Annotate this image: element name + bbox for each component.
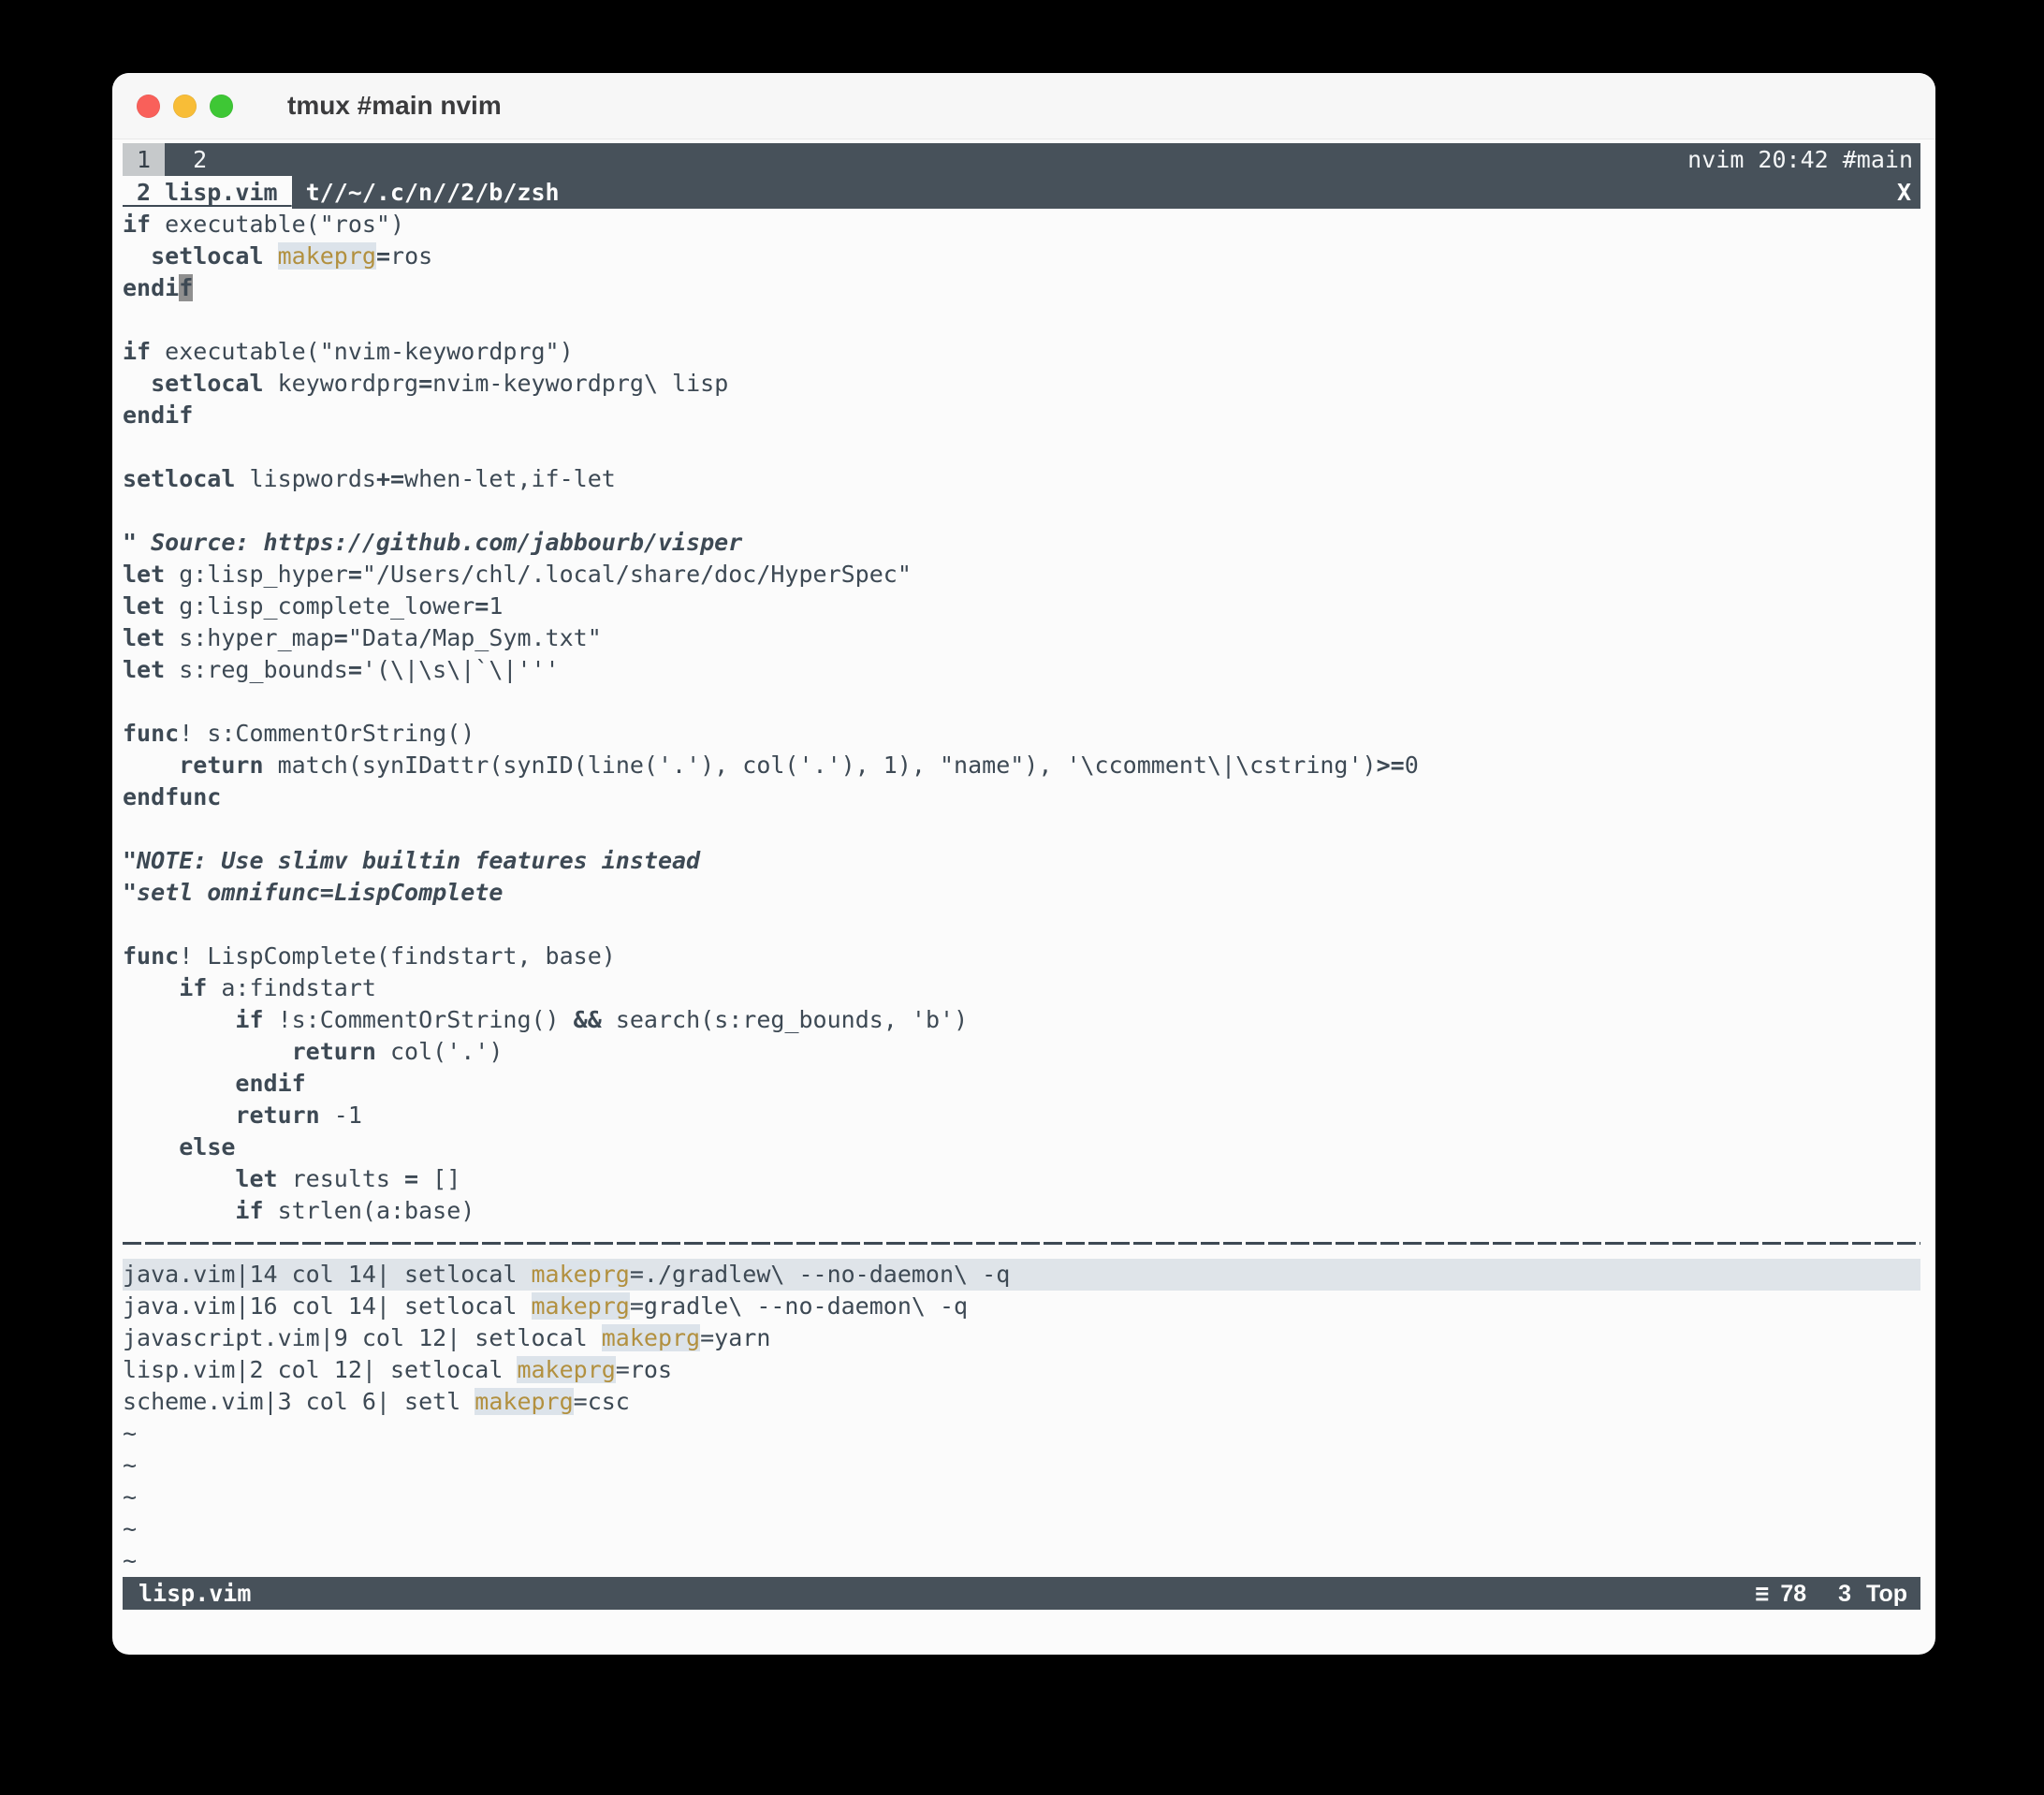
- code-line: func! LispComplete(findstart, base): [123, 941, 1920, 972]
- window-separator: [123, 1227, 1920, 1259]
- code-line: let s:reg_bounds='(\|\s\|`\|''': [123, 654, 1920, 686]
- window-title: tmux #main nvim: [287, 91, 502, 121]
- minimize-window-button[interactable]: [173, 95, 197, 118]
- code-line: let s:hyper_map="Data/Map_Sym.txt": [123, 622, 1920, 654]
- close-window-button[interactable]: [137, 95, 160, 118]
- quickfix-row[interactable]: java.vim|14 col 14| setlocal makeprg=./g…: [123, 1259, 1920, 1291]
- quickfix-row[interactable]: scheme.vim|3 col 6| setl makeprg=csc: [123, 1386, 1920, 1418]
- tmux-status-bar: 1 2 nvim 20:42 #main: [123, 143, 1920, 176]
- code-line: return match(synIDattr(synID(line('.'), …: [123, 750, 1920, 781]
- code-line: if a:findstart: [123, 972, 1920, 1004]
- statusline: lisp.vim ≡ 78 3 Top: [123, 1577, 1920, 1610]
- code-line: [123, 304, 1920, 336]
- code-line: endif: [123, 400, 1920, 431]
- code-line: [123, 431, 1920, 463]
- code-line: if executable("ros"): [123, 209, 1920, 241]
- code-line: [123, 909, 1920, 941]
- fullscreen-window-button[interactable]: [210, 95, 233, 118]
- window-titlebar: tmux #main nvim: [112, 73, 1935, 139]
- terminal-window: tmux #main nvim 1 2 nvim 20:42 #main 2 l…: [112, 73, 1935, 1655]
- quickfix-row[interactable]: lisp.vim|2 col 12| setlocal makeprg=ros: [123, 1354, 1920, 1386]
- tmux-status-right: nvim 20:42 #main: [1687, 144, 1920, 176]
- code-line: endif: [123, 272, 1920, 304]
- code-line: " Source: https://github.com/jabbourb/vi…: [123, 527, 1920, 559]
- code-line: func! s:CommentOrString(): [123, 718, 1920, 750]
- filler-tilde: ~: [123, 1545, 1920, 1577]
- filler-tilde: ~: [123, 1481, 1920, 1513]
- code-line: "NOTE: Use slimv builtin features instea…: [123, 845, 1920, 877]
- close-tab-button[interactable]: X: [1897, 177, 1920, 209]
- code-line: "setl omnifunc=LispComplete: [123, 877, 1920, 909]
- code-line: endfunc: [123, 781, 1920, 813]
- statusline-filename: lisp.vim: [123, 1578, 251, 1610]
- code-line: let g:lisp_hyper="/Users/chl/.local/shar…: [123, 559, 1920, 591]
- tab-lisp-vim[interactable]: 2 lisp.vim: [123, 176, 292, 209]
- code-line: [123, 495, 1920, 527]
- code-line: endif: [123, 1068, 1920, 1100]
- code-line: setlocal keywordprg=nvim-keywordprg\ lis…: [123, 368, 1920, 400]
- tmux-window-1[interactable]: 1: [123, 143, 165, 176]
- code-line: if strlen(a:base): [123, 1195, 1920, 1227]
- statusline-scroll-position: Top: [1866, 1578, 1907, 1610]
- vim-tabline: 2 lisp.vim t//~/.c/n//2/b/zsh X: [123, 176, 1920, 209]
- tmux-window-2[interactable]: 2: [179, 143, 221, 176]
- statusline-column: 3: [1838, 1578, 1851, 1610]
- tab-zsh[interactable]: t//~/.c/n//2/b/zsh: [306, 177, 560, 209]
- code-line: return col('.'): [123, 1036, 1920, 1068]
- separator-dashes: [123, 1242, 1920, 1245]
- code-line: let g:lisp_complete_lower=1: [123, 591, 1920, 622]
- quickfix-row[interactable]: javascript.vim|9 col 12| setlocal makepr…: [123, 1322, 1920, 1354]
- command-line: [123, 1610, 1920, 1642]
- code-line: [123, 813, 1920, 845]
- quickfix-row[interactable]: java.vim|16 col 14| setlocal makeprg=gra…: [123, 1291, 1920, 1322]
- statusline-line-count: 78: [1780, 1578, 1806, 1610]
- code-line: return -1: [123, 1100, 1920, 1131]
- quickfix-list: java.vim|14 col 14| setlocal makeprg=./g…: [123, 1259, 1920, 1577]
- terminal-content: 1 2 nvim 20:42 #main 2 lisp.vim t//~/.c/…: [123, 139, 1920, 1655]
- code-line: [123, 686, 1920, 718]
- code-line: if executable("nvim-keywordprg"): [123, 336, 1920, 368]
- statusline-right: ≡ 78 3 Top: [1755, 1578, 1920, 1610]
- filler-tilde: ~: [123, 1450, 1920, 1481]
- code-line: setlocal lispwords+=when-let,if-let: [123, 463, 1920, 495]
- code-line: else: [123, 1131, 1920, 1163]
- lines-icon: ≡: [1755, 1578, 1769, 1610]
- code-line: setlocal makeprg=ros: [123, 241, 1920, 272]
- filler-tilde: ~: [123, 1418, 1920, 1450]
- editor-buffer[interactable]: if executable("ros") setlocal makeprg=ro…: [123, 209, 1920, 1227]
- filler-tilde: ~: [123, 1513, 1920, 1545]
- code-line: let results = []: [123, 1163, 1920, 1195]
- code-line: if !s:CommentOrString() && search(s:reg_…: [123, 1004, 1920, 1036]
- traffic-lights: [137, 95, 233, 118]
